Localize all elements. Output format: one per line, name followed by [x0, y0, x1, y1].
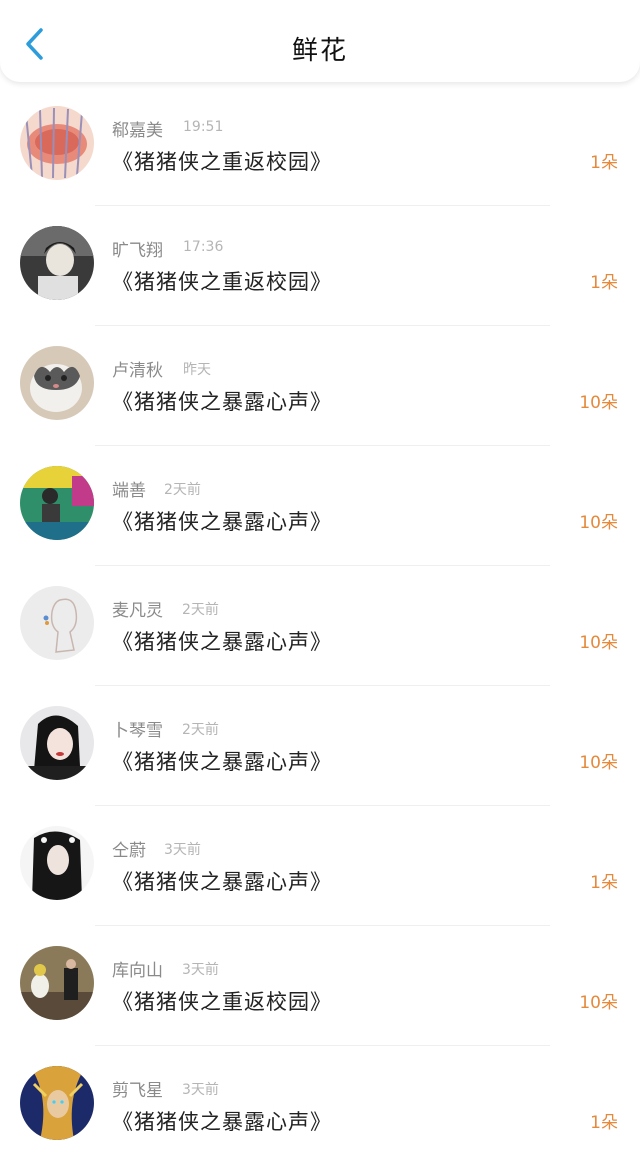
user-name: 郗嘉美 — [112, 121, 163, 141]
list-item[interactable]: 旷飞翔 17:36 《猪猪侠之重返校园》 1朵 — [0, 206, 640, 326]
work-title: 《猪猪侠之暴露心声》 — [112, 510, 332, 534]
flower-count: 1朵 — [590, 153, 618, 173]
flower-count: 10朵 — [579, 993, 618, 1013]
timestamp: 2天前 — [182, 602, 219, 618]
work-title: 《猪猪侠之重返校园》 — [112, 270, 332, 294]
avatar[interactable] — [20, 586, 94, 660]
avatar[interactable] — [20, 826, 94, 900]
avatar[interactable] — [20, 946, 94, 1020]
user-name: 卢清秋 — [112, 361, 163, 381]
work-title: 《猪猪侠之重返校园》 — [112, 150, 332, 174]
user-name: 端善 — [112, 481, 146, 501]
timestamp: 昨天 — [183, 362, 211, 378]
work-title: 《猪猪侠之暴露心声》 — [112, 1110, 332, 1134]
timestamp: 3天前 — [182, 962, 219, 978]
user-name: 库向山 — [112, 961, 163, 981]
timestamp: 3天前 — [164, 842, 201, 858]
app-header: 鲜花 — [0, 0, 640, 82]
list-item[interactable]: 仝蔚 3天前 《猪猪侠之暴露心声》 1朵 — [0, 806, 640, 926]
avatar[interactable] — [20, 706, 94, 780]
timestamp: 17:36 — [183, 239, 224, 255]
list-item[interactable]: 麦凡灵 2天前 《猪猪侠之暴露心声》 10朵 — [0, 566, 640, 686]
work-title: 《猪猪侠之暴露心声》 — [112, 390, 332, 414]
flower-count: 10朵 — [579, 513, 618, 533]
avatar[interactable] — [20, 1066, 94, 1140]
timestamp: 2天前 — [182, 722, 219, 738]
list-item[interactable]: 卜琴雪 2天前 《猪猪侠之暴露心声》 10朵 — [0, 686, 640, 806]
page-title: 鲜花 — [291, 36, 348, 66]
avatar[interactable] — [20, 106, 94, 180]
user-name: 剪飞星 — [112, 1081, 163, 1101]
work-title: 《猪猪侠之暴露心声》 — [112, 630, 332, 654]
list-item[interactable]: 郗嘉美 19:51 《猪猪侠之重返校园》 1朵 — [0, 86, 640, 206]
flower-count: 1朵 — [590, 273, 618, 293]
timestamp: 19:51 — [183, 119, 224, 135]
list-item[interactable]: 库向山 3天前 《猪猪侠之重返校园》 10朵 — [0, 926, 640, 1046]
avatar[interactable] — [20, 466, 94, 540]
avatar[interactable] — [20, 226, 94, 300]
work-title: 《猪猪侠之重返校园》 — [112, 990, 332, 1014]
work-title: 《猪猪侠之暴露心声》 — [112, 750, 332, 774]
timestamp: 3天前 — [182, 1082, 219, 1098]
flower-count: 1朵 — [590, 873, 618, 893]
flower-count: 10朵 — [579, 633, 618, 653]
list-item[interactable]: 端善 2天前 《猪猪侠之暴露心声》 10朵 — [0, 446, 640, 566]
flower-list: 郗嘉美 19:51 《猪猪侠之重返校园》 1朵 旷飞翔 17:36 《猪猪侠之重… — [0, 86, 640, 1159]
user-name: 麦凡灵 — [112, 601, 163, 621]
timestamp: 2天前 — [164, 482, 201, 498]
avatar[interactable] — [20, 346, 94, 420]
user-name: 仝蔚 — [112, 841, 146, 861]
user-name: 旷飞翔 — [112, 241, 163, 261]
list-item[interactable]: 剪飞星 3天前 《猪猪侠之暴露心声》 1朵 — [0, 1046, 640, 1159]
work-title: 《猪猪侠之暴露心声》 — [112, 870, 332, 894]
flower-count: 1朵 — [590, 1113, 618, 1133]
flower-count: 10朵 — [579, 393, 618, 413]
user-name: 卜琴雪 — [112, 721, 163, 741]
flower-count: 10朵 — [579, 753, 618, 773]
list-item[interactable]: 卢清秋 昨天 《猪猪侠之暴露心声》 10朵 — [0, 326, 640, 446]
